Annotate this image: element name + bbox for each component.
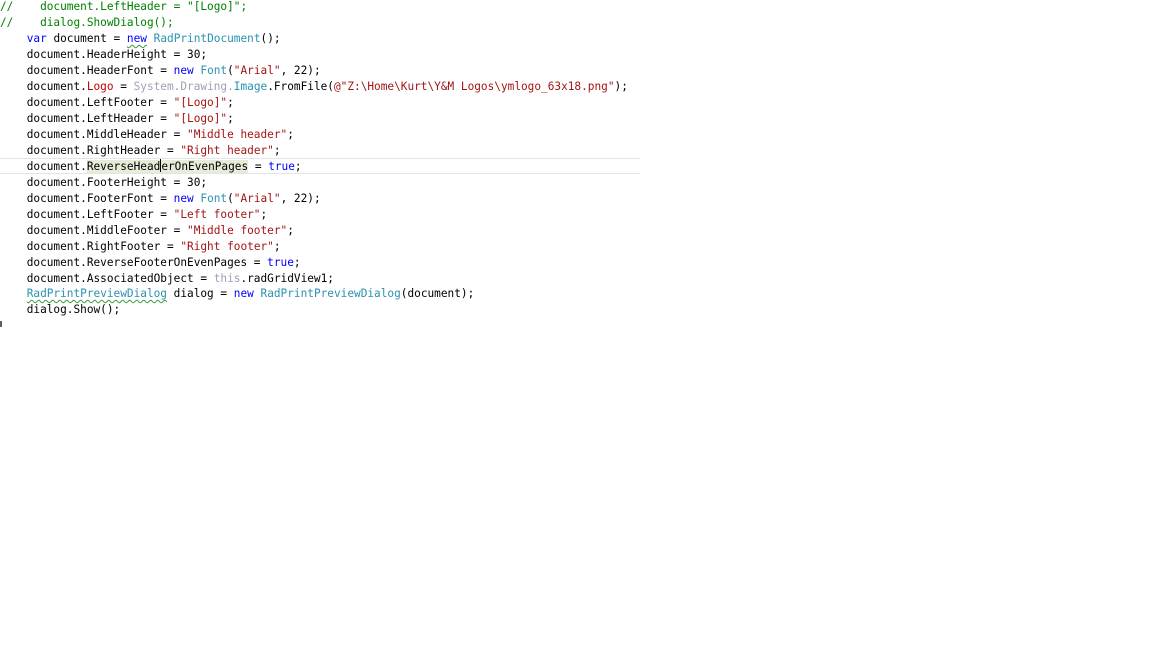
- code-line-12[interactable]: document.FooterHeight = 30;: [0, 175, 207, 191]
- code-text: document.LeftFooter =: [0, 208, 174, 221]
- string-literal: "Arial": [233, 64, 281, 77]
- code-text: (: [227, 192, 234, 205]
- code-line-16[interactable]: document.RightFooter = "Right footer";: [0, 239, 281, 255]
- code-text: ();: [260, 32, 281, 45]
- code-line-14[interactable]: document.LeftFooter = "Left footer";: [0, 207, 267, 223]
- code-text: ;: [287, 128, 294, 141]
- keyword: var: [26, 32, 47, 45]
- code-text: (document);: [400, 287, 475, 300]
- code-text: document.MiddleFooter =: [0, 224, 188, 237]
- code-text: , 22);: [280, 64, 321, 77]
- code-text: dialog.ShowDialog();: [13, 16, 174, 29]
- code-text: ;: [273, 240, 281, 253]
- string-literal: "Left footer": [173, 208, 261, 221]
- namespace-name: System.Drawing.: [133, 80, 234, 93]
- type-name: Image: [233, 80, 268, 93]
- code-text: .radGridView1;: [240, 272, 334, 285]
- code-line-4[interactable]: document.HeaderHeight = 30;: [0, 47, 207, 63]
- code-text: document.AssociatedObject =: [0, 272, 214, 285]
- keyword-true: true: [267, 256, 294, 269]
- string-literal: "Middle footer": [187, 224, 288, 237]
- string-literal: "Right header": [180, 144, 274, 157]
- code-text: ;: [293, 256, 301, 269]
- code-text: document.HeaderHeight = 30;: [0, 48, 208, 61]
- code-text: ;: [287, 224, 294, 237]
- property-name: Logo: [86, 80, 114, 93]
- code-line-7[interactable]: document.LeftFooter = "[Logo]";: [0, 95, 234, 111]
- keyword-new: new: [173, 64, 194, 77]
- type-name: RadPrintPreviewDialog: [260, 287, 401, 300]
- code-line-9[interactable]: document.MiddleHeader = "Middle header";: [0, 127, 294, 143]
- keyword-this: this: [213, 272, 241, 285]
- string-literal: "[Logo]": [187, 0, 241, 13]
- code-text: dialog.Show();: [0, 303, 121, 316]
- code-text: document.LeftHeader =: [13, 0, 188, 13]
- code-text: document.: [0, 80, 87, 93]
- code-text: document.LeftFooter =: [0, 96, 174, 109]
- code-text: document.MiddleHeader =: [0, 128, 188, 141]
- code-line-13[interactable]: document.FooterFont = new Font("Arial", …: [0, 191, 321, 207]
- code-text: dialog =: [166, 287, 234, 300]
- code-line-2[interactable]: // dialog.ShowDialog();: [0, 15, 174, 31]
- type-name: Font: [200, 192, 228, 205]
- comment-marker: //: [0, 16, 14, 29]
- code-text: document =: [46, 32, 127, 45]
- code-text: document.LeftHeader =: [0, 112, 174, 125]
- code-line-17[interactable]: document.ReverseFooterOnEvenPages = true…: [0, 255, 301, 271]
- code-text: );: [614, 80, 628, 93]
- code-text: document.FooterHeight = 30;: [0, 176, 208, 189]
- code-text: document.: [0, 160, 87, 173]
- code-text: ;: [260, 208, 268, 221]
- string-literal: "Middle header": [187, 128, 288, 141]
- string-literal: "[Logo]": [173, 112, 228, 125]
- keyword-new: new: [233, 287, 254, 300]
- code-text: (: [227, 64, 234, 77]
- code-line-15[interactable]: document.MiddleFooter = "Middle footer";: [0, 223, 294, 239]
- code-text: document.RightFooter =: [0, 240, 181, 253]
- code-text: , 22);: [280, 192, 321, 205]
- string-literal: "Right footer": [180, 240, 274, 253]
- code-text: ;: [240, 0, 248, 13]
- code-line-18[interactable]: document.AssociatedObject = this.radGrid…: [0, 271, 334, 287]
- code-line-10[interactable]: document.RightHeader = "Right header";: [0, 143, 281, 159]
- code-line-8[interactable]: document.LeftHeader = "[Logo]";: [0, 111, 234, 127]
- code-text: document.ReverseFooterOnEvenPages =: [0, 256, 268, 269]
- code-text: ;: [273, 144, 281, 157]
- code-line-11-current[interactable]: document.ReverseHeaderOnEvenPages = true…: [0, 158, 640, 174]
- code-editor[interactable]: // document.LeftHeader = "[Logo]"; // di…: [0, 0, 1152, 648]
- code-line-3[interactable]: var document = new RadPrintDocument();: [0, 31, 281, 47]
- keyword-new: new: [173, 192, 194, 205]
- string-literal: @"Z:\Home\Kurt\Y&M Logos\ymlogo_63x18.pn…: [333, 80, 615, 93]
- code-line-1[interactable]: // document.LeftHeader = "[Logo]";: [0, 0, 247, 15]
- code-line-19[interactable]: RadPrintPreviewDialog dialog = new RadPr…: [0, 286, 475, 302]
- keyword-true: true: [268, 160, 295, 173]
- string-literal: "[Logo]": [173, 96, 228, 109]
- type-name: Font: [200, 64, 228, 77]
- code-text: .FromFile(: [267, 80, 334, 93]
- code-text: document.RightHeader =: [0, 144, 181, 157]
- identifier-part: erOnEvenPages: [161, 160, 249, 173]
- code-text: ;: [227, 96, 234, 109]
- identifier-part: ReverseHead: [86, 160, 161, 173]
- highlighted-identifier: ReverseHeaderOnEvenPages: [86, 159, 249, 173]
- type-name: RadPrintPreviewDialog: [26, 287, 167, 300]
- string-literal: "Arial": [233, 192, 281, 205]
- code-text: document.HeaderFont =: [0, 64, 174, 77]
- code-line-20[interactable]: dialog.Show();: [0, 302, 121, 318]
- code-text: ;: [227, 112, 234, 125]
- comment-marker: //: [0, 0, 14, 13]
- code-text: =: [248, 160, 269, 173]
- code-line-6[interactable]: document.Logo = System.Drawing.Image.Fro…: [0, 79, 628, 95]
- type-name: RadPrintDocument: [153, 32, 261, 45]
- code-text: =: [113, 80, 134, 93]
- brace-edge-mark: [0, 321, 2, 327]
- code-line-5[interactable]: document.HeaderFont = new Font("Arial", …: [0, 63, 321, 79]
- code-text: ;: [294, 160, 302, 173]
- code-text: document.FooterFont =: [0, 192, 174, 205]
- keyword-new: new: [126, 32, 147, 45]
